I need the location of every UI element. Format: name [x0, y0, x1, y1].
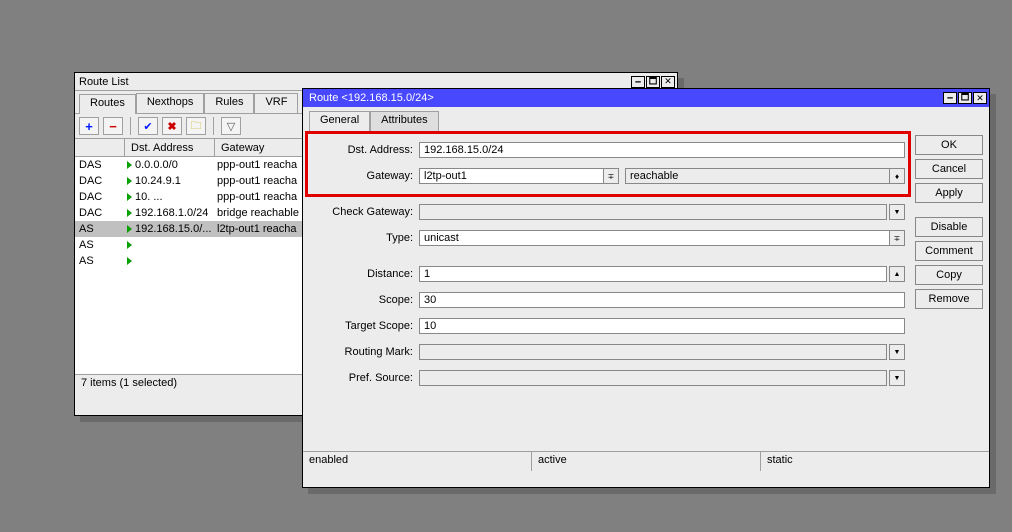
dst-address-label: Dst. Address: [309, 144, 419, 156]
tab-nexthops[interactable]: Nexthops [136, 93, 204, 113]
route-list-title: Route List [79, 76, 129, 88]
close-icon[interactable]: ✕ [973, 92, 987, 104]
route-active-icon [127, 209, 132, 217]
copy-button[interactable]: Copy [915, 265, 983, 285]
row-dst: 192.168.15.0/... [125, 223, 215, 235]
route-active-icon [127, 161, 132, 169]
maximize-icon[interactable]: 🗖 [958, 92, 972, 104]
col-flags[interactable] [75, 139, 125, 156]
scope-label: Scope: [309, 294, 419, 306]
close-icon[interactable]: ✕ [661, 76, 675, 88]
type-dropdown-icon[interactable]: ∓ [889, 230, 905, 246]
status-static: static [761, 452, 989, 471]
row-flags: DAC [75, 175, 125, 187]
target-scope-label: Target Scope: [309, 320, 419, 332]
route-active-icon [127, 241, 132, 249]
tab-rules[interactable]: Rules [204, 93, 254, 113]
row-flags: AS [75, 239, 125, 251]
type-label: Type: [309, 232, 419, 244]
distance-input[interactable] [419, 266, 887, 282]
apply-button[interactable]: Apply [915, 183, 983, 203]
col-dst-address[interactable]: Dst. Address [125, 139, 215, 156]
remove-button[interactable]: − [103, 117, 123, 135]
cancel-button[interactable]: Cancel [915, 159, 983, 179]
gateway-dropdown-icon[interactable]: ∓ [603, 168, 619, 184]
route-active-icon [127, 193, 132, 201]
disable-button[interactable]: ✖ [162, 117, 182, 135]
target-scope-input[interactable] [419, 318, 905, 334]
disable-dialog-button[interactable]: Disable [915, 217, 983, 237]
dst-address-input[interactable] [419, 142, 905, 158]
add-button[interactable]: + [79, 117, 99, 135]
route-dialog: Route <192.168.15.0/24> 🗕 🗖 ✕ General At… [302, 88, 990, 488]
tab-vrf[interactable]: VRF [254, 93, 298, 113]
check-gateway-input[interactable] [419, 204, 887, 220]
check-gateway-toggle-icon[interactable]: ▼ [889, 204, 905, 220]
distance-label: Distance: [309, 268, 419, 280]
pref-source-input[interactable] [419, 370, 887, 386]
pref-source-toggle-icon[interactable]: ▼ [889, 370, 905, 386]
route-active-icon [127, 257, 132, 265]
comment-button[interactable]: 🗀 [186, 117, 206, 135]
route-dialog-statusbar: enabled active static [303, 451, 989, 471]
scope-input[interactable] [419, 292, 905, 308]
status-enabled: enabled [303, 452, 532, 471]
gateway-status-field [625, 168, 890, 184]
route-dialog-titlebar: Route <192.168.15.0/24> 🗕 🗖 ✕ [303, 89, 989, 107]
row-dst [125, 239, 215, 251]
row-flags: AS [75, 223, 125, 235]
row-dst: 192.168.1.0/24 [125, 207, 215, 219]
tab-attributes[interactable]: Attributes [370, 111, 438, 131]
row-dst: 0.0.0.0/0 [125, 159, 215, 171]
tab-routes[interactable]: Routes [79, 94, 136, 114]
route-active-icon [127, 225, 132, 233]
minimize-icon[interactable]: 🗕 [631, 76, 645, 88]
enable-button[interactable]: ✔ [138, 117, 158, 135]
routing-mark-toggle-icon[interactable]: ▼ [889, 344, 905, 360]
pref-source-label: Pref. Source: [309, 372, 419, 384]
row-flags: DAS [75, 159, 125, 171]
maximize-icon[interactable]: 🗖 [646, 76, 660, 88]
route-dialog-title: Route <192.168.15.0/24> [309, 92, 434, 104]
routing-mark-label: Routing Mark: [309, 346, 419, 358]
routing-mark-input[interactable] [419, 344, 887, 360]
ok-button[interactable]: OK [915, 135, 983, 155]
row-flags: DAC [75, 207, 125, 219]
row-flags: AS [75, 255, 125, 267]
comment-dialog-button[interactable]: Comment [915, 241, 983, 261]
gateway-add-icon[interactable]: ♦ [889, 168, 905, 184]
type-input[interactable] [419, 230, 890, 246]
filter-button[interactable]: ▽ [221, 117, 241, 135]
status-active: active [532, 452, 761, 471]
route-active-icon [127, 177, 132, 185]
row-dst: 10. ... [125, 191, 215, 203]
check-gateway-label: Check Gateway: [309, 206, 419, 218]
route-form: Dst. Address: Gateway: ∓ ♦ [303, 131, 915, 451]
row-flags: DAC [75, 191, 125, 203]
remove-dialog-button[interactable]: Remove [915, 289, 983, 309]
dialog-button-column: OK Cancel Apply Disable Comment Copy Rem… [915, 131, 989, 451]
distance-toggle-icon[interactable]: ▲ [889, 266, 905, 282]
gateway-input[interactable] [419, 168, 604, 184]
row-dst [125, 255, 215, 267]
row-dst: 10.24.9.1 [125, 175, 215, 187]
minimize-icon[interactable]: 🗕 [943, 92, 957, 104]
gateway-label: Gateway: [309, 170, 419, 182]
tab-general[interactable]: General [309, 111, 370, 131]
